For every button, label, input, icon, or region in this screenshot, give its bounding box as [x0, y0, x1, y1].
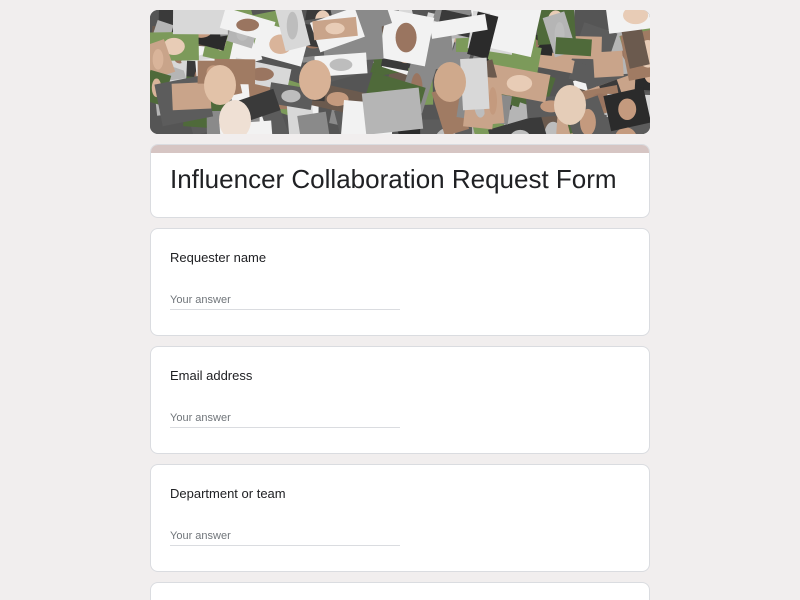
- question-card-requester-name: Requester name: [150, 228, 650, 336]
- collage-photo-tile: [592, 50, 624, 78]
- collage-face-shape: [506, 75, 533, 92]
- collage-face-shape: [618, 98, 637, 121]
- collage-face-shape: [554, 85, 586, 125]
- form-title-card: Influencer Collaboration Request Form: [150, 144, 650, 218]
- question-card-next: [150, 582, 650, 600]
- collage-face-shape: [299, 60, 331, 100]
- form-column: Influencer Collaboration Request Form Re…: [150, 10, 650, 600]
- collage-face-shape: [236, 18, 260, 32]
- question-label: Requester name: [170, 250, 267, 265]
- collage-face-shape: [281, 89, 301, 103]
- collage-face-shape: [434, 62, 466, 102]
- header-banner-image: [150, 10, 650, 134]
- collage-face-shape: [204, 65, 236, 105]
- collage-photo-tile: [555, 37, 592, 57]
- requester-name-input[interactable]: [170, 291, 400, 310]
- title-card-accent-bar: [151, 145, 649, 153]
- question-card-email-address: Email address: [150, 346, 650, 454]
- collage-face-shape: [325, 22, 345, 35]
- collage-face-shape: [329, 58, 353, 71]
- people-collage-image: [150, 10, 650, 134]
- email-address-input[interactable]: [170, 409, 400, 428]
- collage-face-shape: [152, 49, 164, 70]
- collage-photo-tile: [361, 87, 424, 134]
- question-label: Department or team: [170, 486, 286, 501]
- department-input[interactable]: [170, 527, 400, 546]
- question-label: Email address: [170, 368, 253, 383]
- question-card-department: Department or team: [150, 464, 650, 572]
- collage-face-shape: [395, 22, 417, 53]
- form-page: Influencer Collaboration Request Form Re…: [0, 0, 800, 600]
- collage-face-shape: [488, 87, 497, 115]
- collage-face-shape: [286, 11, 299, 40]
- collage-photo-tile: [172, 10, 229, 35]
- form-title: Influencer Collaboration Request Form: [170, 164, 617, 194]
